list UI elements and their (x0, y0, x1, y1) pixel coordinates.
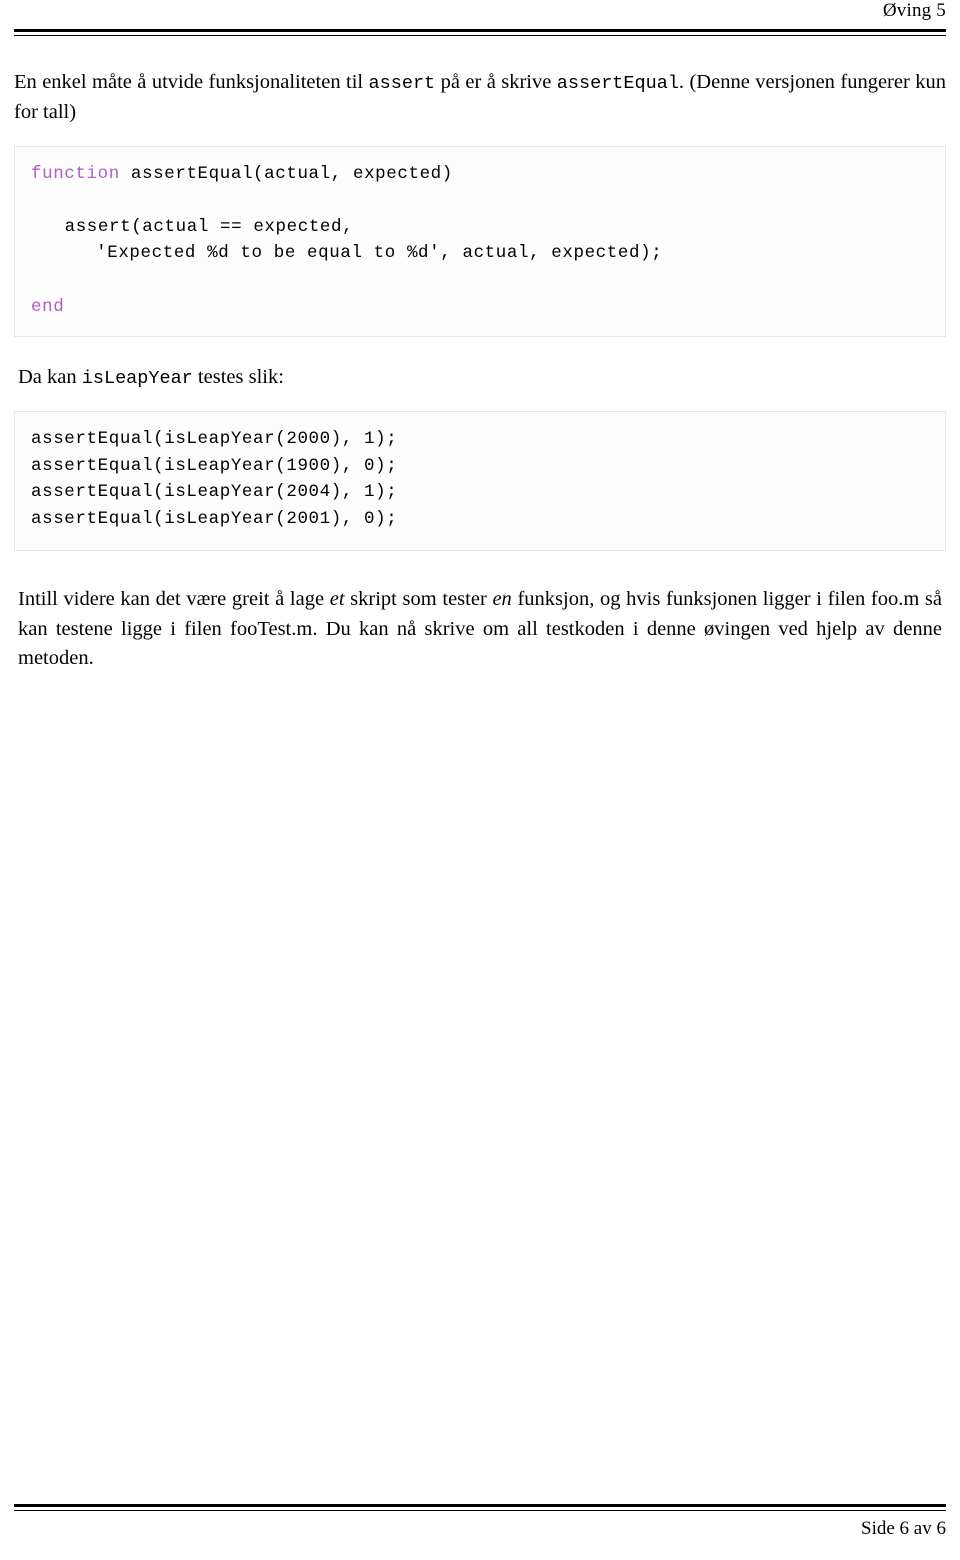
intro-text-1: En enkel måte å utvide funksjonaliteten … (14, 71, 369, 93)
intro-text-2: på er å skrive (435, 71, 557, 93)
code-keyword-end: end (31, 296, 65, 317)
code-line: assertEqual(isLeapYear(2004), 1); (31, 482, 398, 503)
code-block-isleapyear-tests: assertEqual(isLeapYear(2000), 1); assertE… (14, 410, 946, 551)
header-title: Øving 5 (882, 0, 946, 21)
code-line: assert(actual == expected, (31, 214, 929, 241)
footer-rule-thin (14, 1510, 946, 1511)
code-line-text: 'Expected %d to be equal to %d', actual,… (96, 243, 663, 264)
tail-text-1: Intill videre kan det være greit å lage (18, 587, 330, 610)
footer-rule-thick (14, 1504, 946, 1507)
mid-text-1: Da kan (18, 366, 82, 389)
mid-paragraph: Da kan isLeapYear testes slik: (14, 363, 946, 393)
footer-page-number: Side 6 av 6 (861, 1518, 946, 1539)
code-keyword-function: function (31, 163, 120, 184)
mid-text-2: testes slik: (192, 366, 284, 389)
header-rule-thick (14, 29, 946, 32)
code-line: end (31, 294, 929, 321)
code-line-text: assertEqual(actual, expected) (119, 163, 453, 184)
intro-paragraph: En enkel måte å utvide funksjonaliteten … (10, 68, 950, 128)
code-line: assertEqual(isLeapYear(1900), 0); (31, 455, 398, 476)
code-block-assertequal-definition: function assertEqual(actual, expected) a… (14, 145, 946, 338)
page-header: Øving 5 (10, 0, 950, 40)
code-line: assertEqual(isLeapYear(2000), 1); (31, 428, 398, 449)
code-line-text: assert(actual == expected, (64, 216, 354, 237)
code-line: assertEqual(isLeapYear(2001), 0); (31, 508, 398, 529)
tail-emphasis-en: en (492, 587, 512, 610)
tail-text-2: skript som tester (344, 587, 493, 610)
intro-code-assert: assert (368, 73, 436, 94)
tail-paragraph: Intill videre kan det være greit å lage … (14, 585, 946, 674)
tail-emphasis-et: et (329, 587, 345, 610)
code-line: 'Expected %d to be equal to %d', actual,… (31, 240, 929, 267)
page-footer: Side 6 av 6 (10, 1504, 950, 1550)
intro-code-assertequal: assertEqual (556, 73, 679, 94)
mid-code-isleapyear: isLeapYear (81, 368, 193, 390)
header-rule-thin (14, 35, 946, 36)
code-line: function assertEqual(actual, expected) (31, 161, 929, 188)
document-page: Øving 5 En enkel måte å utvide funksjona… (0, 0, 960, 1560)
